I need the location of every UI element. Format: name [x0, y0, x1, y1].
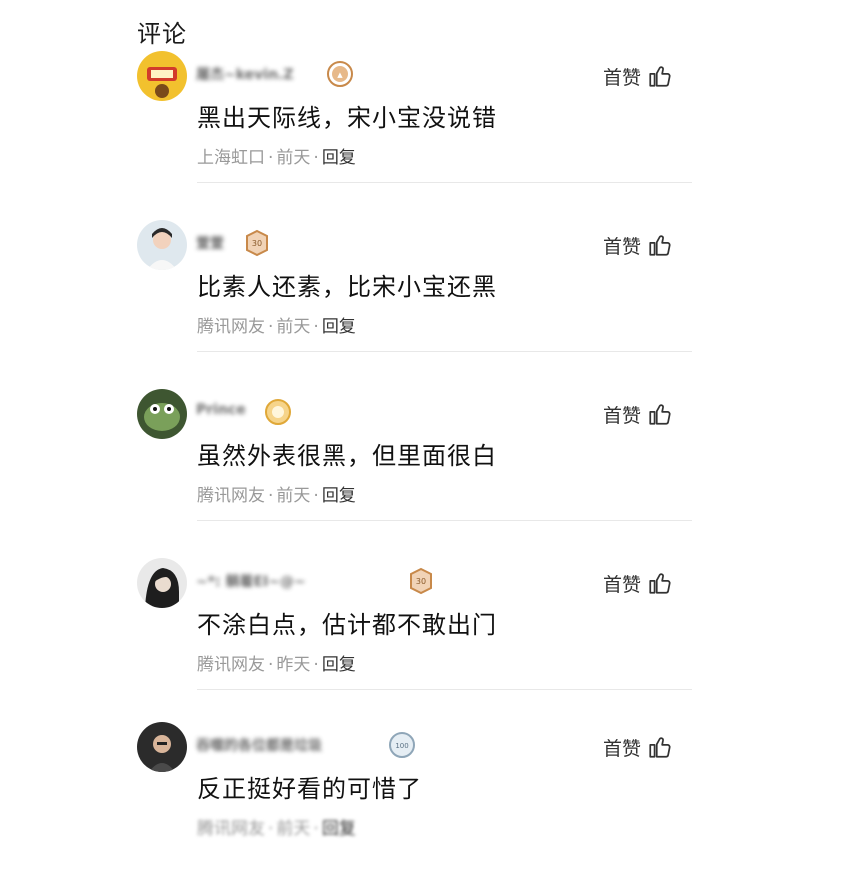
divider — [197, 351, 692, 352]
avatar[interactable] — [137, 722, 187, 772]
reply-button[interactable]: 回复 — [322, 486, 356, 506]
thumbs-up-icon — [649, 235, 671, 256]
like-button[interactable]: 首赞 — [603, 61, 673, 91]
comment-meta: 腾讯网友 · 前天 · 回复 — [197, 317, 356, 337]
reply-button[interactable]: 回复 — [322, 819, 356, 839]
like-label: 首赞 — [603, 573, 642, 596]
timestamp: 昨天 — [276, 655, 311, 675]
avatar[interactable] — [137, 51, 187, 101]
like-label: 首赞 — [603, 404, 642, 427]
comment-item: 吞噬的各位都是垃圾 100 首赞 反正挺好看的可惜了 腾讯网友 · 前天 · 回复 — [0, 722, 865, 891]
comments-section-title: 评论 — [137, 20, 187, 48]
comment-item: Prince 首赞 虽然外表很黑，但里面很白 腾讯网友 · 前天 · 回复 — [0, 389, 865, 558]
comment-text: 不涂白点，估计都不敢出门 — [197, 611, 497, 639]
username[interactable]: 吞噬的各位都是垃圾 — [196, 735, 322, 757]
thumbs-up-icon — [649, 404, 671, 425]
timestamp: 前天 — [276, 819, 311, 839]
location: 腾讯网友 — [197, 486, 265, 506]
comment-text: 虽然外表很黑，但里面很白 — [197, 442, 497, 470]
svg-text:100: 100 — [395, 742, 408, 750]
avatar[interactable] — [137, 558, 187, 608]
svg-text:▲: ▲ — [337, 71, 343, 79]
rank-badge-icon: ▲ — [326, 60, 354, 88]
timestamp: 前天 — [276, 486, 311, 506]
thumbs-up-icon — [649, 66, 671, 87]
thumbs-up-icon — [649, 737, 671, 758]
avatar[interactable] — [137, 389, 187, 439]
location: 腾讯网友 — [197, 819, 265, 839]
like-label: 首赞 — [603, 737, 642, 760]
timestamp: 前天 — [276, 148, 311, 168]
divider — [197, 520, 692, 521]
comment-meta: 腾讯网友 · 前天 · 回复 — [197, 819, 356, 839]
svg-text:30: 30 — [416, 577, 426, 586]
comment-text: 比素人还素，比宋小宝还黑 — [197, 273, 497, 301]
location: 腾讯网友 — [197, 655, 265, 675]
rank-badge-icon: 30 — [407, 567, 435, 595]
like-button[interactable]: 首赞 — [603, 399, 673, 429]
location: 腾讯网友 — [197, 317, 265, 337]
location: 上海虹口 — [197, 148, 265, 168]
comment-meta: 腾讯网友 · 昨天 · 回复 — [197, 655, 356, 675]
like-label: 首赞 — [603, 66, 642, 89]
username[interactable]: Prince — [196, 402, 246, 424]
rank-badge-icon: 100 — [388, 731, 416, 759]
username[interactable]: 屠杰~kevin.Z — [196, 64, 294, 86]
like-button[interactable]: 首赞 — [603, 230, 673, 260]
comment-meta: 上海虹口 · 前天 · 回复 — [197, 148, 356, 168]
reply-button[interactable]: 回复 — [322, 148, 356, 168]
username[interactable]: 萱萱 — [196, 233, 224, 255]
comment-text: 黑出天际线，宋小宝没说错 — [197, 104, 497, 132]
rank-badge-icon: 30 — [243, 229, 271, 257]
divider — [197, 182, 692, 183]
timestamp: 前天 — [276, 317, 311, 337]
like-button[interactable]: 首赞 — [603, 732, 673, 762]
comment-item: 萱萱 30 首赞 比素人还素，比宋小宝还黑 腾讯网友 · 前天 · 回复 — [0, 220, 865, 389]
thumbs-up-icon — [649, 573, 671, 594]
rank-badge-icon — [264, 398, 292, 426]
comment-text: 反正挺好看的可惜了 — [197, 775, 422, 803]
avatar[interactable] — [137, 220, 187, 270]
svg-text:30: 30 — [252, 239, 262, 248]
comment-item: ~*: 躺着EI~@~ 30 首赞 不涂白点，估计都不敢出门 腾讯网友 · 昨天 · 回… — [0, 558, 865, 727]
comment-item: 屠杰~kevin.Z ▲ 首赞 黑出天际线，宋小宝没说错 上海虹口 · 前天 · 回复 — [0, 51, 865, 220]
like-label: 首赞 — [603, 235, 642, 258]
reply-button[interactable]: 回复 — [322, 655, 356, 675]
comment-meta: 腾讯网友 · 前天 · 回复 — [197, 486, 356, 506]
reply-button[interactable]: 回复 — [322, 317, 356, 337]
divider — [197, 689, 692, 690]
username[interactable]: ~*: 躺着EI~@~ — [196, 571, 306, 593]
like-button[interactable]: 首赞 — [603, 568, 673, 598]
